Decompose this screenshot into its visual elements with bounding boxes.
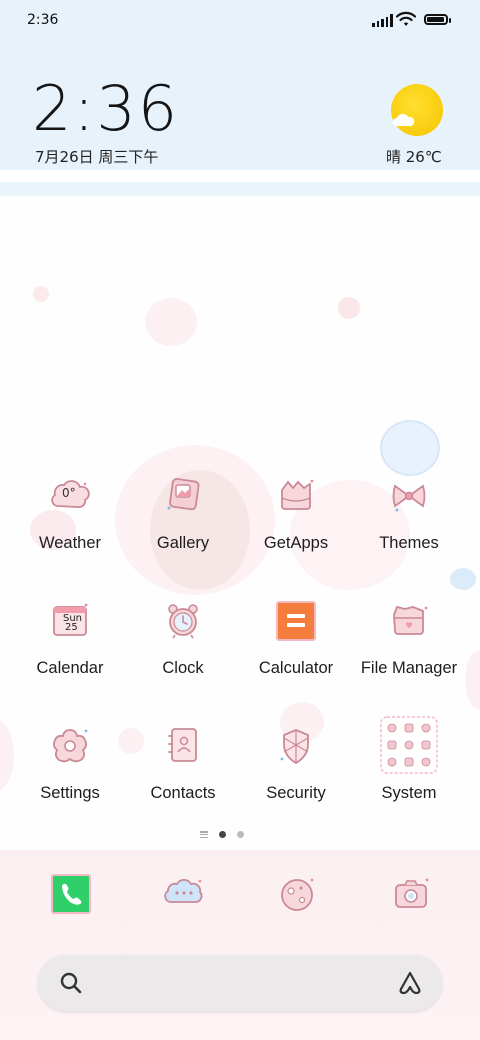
page-dot-2[interactable]: [237, 831, 244, 838]
dock-camera[interactable]: [391, 874, 431, 914]
search-icon[interactable]: [59, 971, 83, 995]
system-folder-icon: [380, 716, 438, 774]
phone-icon: [51, 874, 91, 914]
wifi-icon: [396, 11, 416, 26]
camera-icon: [395, 878, 429, 908]
alarm-clock-icon: [168, 604, 198, 639]
gallery-photo-icon: [167, 478, 200, 511]
calendar-date: 25: [65, 622, 78, 633]
dock-messages[interactable]: [164, 874, 204, 914]
app-calculator[interactable]: Calculator: [240, 601, 352, 711]
app-system[interactable]: System: [353, 716, 465, 826]
status-bar: 2:36: [0, 0, 480, 42]
search-input[interactable]: [94, 971, 382, 997]
message-cloud-icon: [164, 878, 203, 903]
app-settings[interactable]: Settings: [14, 726, 126, 836]
app-label: System: [381, 784, 437, 802]
app-getapps[interactable]: GetApps: [240, 476, 352, 586]
clock-widget-date[interactable]: 7月26日 周三下午: [35, 146, 158, 167]
page-indicator[interactable]: [200, 831, 244, 838]
search-bar[interactable]: [38, 955, 442, 1011]
contacts-book-icon: [168, 728, 197, 762]
getapps-bag-icon: [281, 479, 314, 510]
themes-bow-icon: [392, 484, 426, 512]
cloud-icon: [393, 113, 415, 126]
weather-widget-text[interactable]: 晴 26℃: [386, 146, 442, 167]
weather-badge: 0°: [62, 486, 76, 500]
signal-icon: [372, 14, 393, 27]
app-file-manager[interactable]: File Manager: [353, 601, 465, 711]
app-list-indicator[interactable]: [200, 831, 208, 838]
app-weather[interactable]: 0° Weather: [14, 476, 126, 586]
security-shield-icon: [280, 729, 309, 765]
app-security[interactable]: Security: [240, 726, 352, 836]
app-calendar[interactable]: Sun 25 Calendar: [14, 601, 126, 711]
battery-icon: [424, 14, 451, 25]
page-dot-1[interactable]: [219, 831, 226, 838]
app-contacts[interactable]: Contacts: [127, 726, 239, 836]
sun-icon[interactable]: [391, 84, 443, 136]
app-gallery[interactable]: Gallery: [127, 476, 239, 586]
browser-planet-icon: [281, 878, 314, 911]
app-label: File Manager: [360, 659, 458, 677]
clock-widget-time[interactable]: 2:36: [32, 72, 179, 145]
app-clock[interactable]: Clock: [127, 601, 239, 711]
calculator-icon: [276, 601, 316, 641]
dock-browser[interactable]: [277, 874, 317, 914]
folder-icon: [393, 605, 428, 635]
app-label: Themes: [379, 534, 439, 552]
status-time: 2:36: [27, 12, 59, 28]
dock-phone[interactable]: [51, 874, 91, 914]
settings-flower-icon: [52, 729, 88, 763]
app-themes[interactable]: Themes: [353, 476, 465, 586]
assistant-icon[interactable]: [396, 969, 424, 997]
